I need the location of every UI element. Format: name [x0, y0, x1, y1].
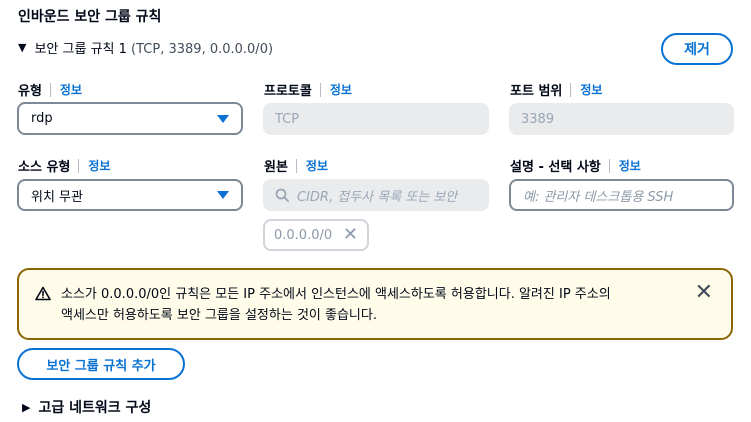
- divider: [570, 82, 572, 97]
- source-type-select[interactable]: 위치 무관: [17, 179, 243, 211]
- source-type-select-value: 위치 무관: [31, 189, 83, 205]
- type-label-text: 유형: [18, 84, 42, 99]
- description-label: 설명 - 선택 사항 정보: [510, 156, 641, 175]
- description-label-text: 설명 - 선택 사항: [510, 160, 601, 175]
- section-title: 인바운드 보안 그룹 규칙: [18, 9, 162, 25]
- source-search-placeholder: CIDR, 접두사 목록 또는 보안: [297, 189, 458, 205]
- source-info-link[interactable]: 정보: [306, 157, 328, 174]
- rule-header[interactable]: ▼ 보안 그룹 규칙 1 (TCP, 3389, 0.0.0.0/0): [18, 38, 273, 57]
- source-type-label-text: 소스 유형: [18, 160, 71, 175]
- source-token: 0.0.0.0/0 ✕: [263, 219, 369, 251]
- divider: [608, 158, 610, 173]
- port-range-value: 3389: [521, 111, 555, 127]
- source-label: 원본 정보: [264, 156, 328, 175]
- description-placeholder: 예: 관리자 데스크톱용 SSH: [523, 189, 674, 205]
- type-label: 유형 정보: [18, 80, 82, 99]
- rule-summary: (TCP, 3389, 0.0.0.0/0): [131, 42, 274, 57]
- caret-down-icon: [217, 114, 229, 123]
- port-range-field: 3389: [509, 103, 734, 135]
- type-select[interactable]: rdp: [17, 102, 243, 135]
- divider: [295, 158, 297, 173]
- protocol-field: TCP: [263, 103, 489, 135]
- alert-line-1: 소스가 0.0.0.0/0인 규칙은 모든 IP 주소에서 인스턴스에 액세스하…: [61, 287, 611, 302]
- caret-down-icon[interactable]: ▼: [18, 41, 26, 54]
- advanced-network-label: 고급 네트워크 구성: [38, 400, 152, 416]
- protocol-value: TCP: [275, 111, 300, 127]
- caret-right-icon[interactable]: ▶: [22, 401, 30, 414]
- search-icon: [275, 188, 289, 202]
- caret-down-icon: [217, 191, 229, 199]
- divider: [49, 82, 51, 97]
- port-range-label: 포트 범위 정보: [510, 80, 602, 99]
- port-range-label-text: 포트 범위: [510, 84, 563, 99]
- source-type-info-link[interactable]: 정보: [88, 157, 110, 174]
- type-info-link[interactable]: 정보: [60, 81, 82, 98]
- source-search-input: CIDR, 접두사 목록 또는 보안: [263, 179, 489, 211]
- source-label-text: 원본: [264, 160, 288, 175]
- advanced-network-toggle[interactable]: ▶ 고급 네트워크 구성: [22, 397, 151, 417]
- close-icon: ✕: [342, 224, 358, 245]
- type-select-value: rdp: [31, 111, 53, 126]
- description-info-link[interactable]: 정보: [619, 157, 641, 174]
- add-rule-button[interactable]: 보안 그룹 규칙 추가: [17, 348, 185, 380]
- protocol-label-text: 프로토콜: [264, 84, 312, 99]
- close-icon[interactable]: ✕: [695, 282, 713, 304]
- rule-title: 보안 그룹 규칙 1: [34, 42, 127, 57]
- remove-button[interactable]: 제거: [661, 33, 733, 65]
- warning-alert: 소스가 0.0.0.0/0인 규칙은 모든 IP 주소에서 인스턴스에 액세스하…: [17, 268, 733, 340]
- protocol-label: 프로토콜 정보: [264, 80, 352, 99]
- source-type-label: 소스 유형 정보: [18, 156, 110, 175]
- warning-icon: [35, 286, 51, 301]
- port-range-info-link[interactable]: 정보: [580, 81, 602, 98]
- description-input[interactable]: 예: 관리자 데스크톱용 SSH: [509, 179, 734, 211]
- divider: [78, 158, 80, 173]
- alert-line-2: 액세스만 허용하도록 보안 그룹을 설정하는 것이 좋습니다.: [61, 308, 377, 323]
- divider: [319, 82, 321, 97]
- protocol-info-link[interactable]: 정보: [330, 81, 352, 98]
- source-token-label: 0.0.0.0/0: [274, 227, 333, 243]
